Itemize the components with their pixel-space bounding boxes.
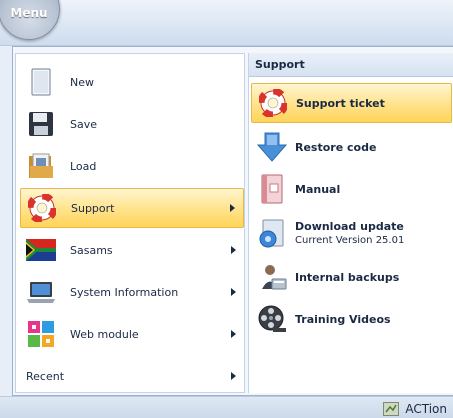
status-bar: ACTion <box>0 396 453 418</box>
submenu-header: Support <box>249 53 453 77</box>
submenu-item-internal-backups[interactable]: Internal backups <box>251 257 452 297</box>
action-button[interactable]: ACTion <box>379 400 451 418</box>
lifebuoy-icon <box>25 191 59 225</box>
menu-item-label: Sasams <box>70 243 113 257</box>
new-document-icon <box>24 65 58 99</box>
submenu-item-title: Training Videos <box>295 312 391 326</box>
menu-item-label: Support <box>71 201 115 215</box>
submenu-item-training-videos[interactable]: Training Videos <box>251 299 452 339</box>
current-version-text: Current Version 25.01 <box>295 235 405 246</box>
main-menu-list: New Save Load Support Sasams System Info… <box>15 53 245 393</box>
download-update-icon <box>255 216 289 250</box>
submenu-arrow-icon <box>231 246 236 254</box>
menu-item-sasams[interactable]: Sasams <box>20 230 244 270</box>
south-africa-flag-icon <box>24 233 58 267</box>
submenu-item-title: Download update <box>295 220 404 233</box>
submenu-arrow-icon <box>231 288 236 296</box>
film-reel-icon <box>255 302 289 336</box>
submenu-arrow-icon <box>230 204 235 212</box>
menu-item-support[interactable]: Support <box>20 188 244 228</box>
folder-load-icon <box>24 149 58 183</box>
menu-item-label: System Information <box>70 285 179 299</box>
submenu-item-title: Support ticket <box>296 96 385 110</box>
menu-item-label: Web module <box>70 327 139 341</box>
action-label: ACTion <box>405 402 447 416</box>
submenu-item-download-update[interactable]: Download update Current Version 25.01 <box>251 213 452 253</box>
menu-item-save[interactable]: Save <box>20 104 244 144</box>
manual-book-icon <box>255 172 289 206</box>
menu-orb-label: Menu <box>10 6 48 20</box>
application-menu: New Save Load Support Sasams System Info… <box>12 46 453 396</box>
down-arrow-icon <box>255 130 289 164</box>
laptop-icon <box>24 275 58 309</box>
floppy-disk-icon <box>24 107 58 141</box>
submenu-arrow-icon <box>231 372 236 380</box>
submenu-item-manual[interactable]: Manual <box>251 169 452 209</box>
lifebuoy-icon <box>256 86 290 120</box>
action-icon <box>383 402 400 416</box>
support-submenu: Support Support ticket Restore code Manu… <box>249 53 453 393</box>
menu-item-recent[interactable]: Recent <box>20 356 244 396</box>
ribbon-bar <box>0 0 453 46</box>
menu-item-web-module[interactable]: Web module <box>20 314 244 354</box>
menu-item-new[interactable]: New <box>20 62 244 102</box>
submenu-item-title: Manual <box>295 182 341 196</box>
menu-item-load[interactable]: Load <box>20 146 244 186</box>
menu-item-label: Save <box>70 117 98 131</box>
backup-person-icon <box>255 260 289 294</box>
submenu-arrow-icon <box>231 330 236 338</box>
submenu-item-restore-code[interactable]: Restore code <box>251 127 452 167</box>
menu-item-label: Recent <box>26 369 65 383</box>
submenu-item-support-ticket[interactable]: Support ticket <box>251 83 452 123</box>
menu-item-label: Load <box>70 159 97 173</box>
submenu-item-title: Restore code <box>295 140 377 154</box>
menu-item-label: New <box>70 75 94 89</box>
colored-tiles-icon <box>24 317 58 351</box>
menu-item-system-information[interactable]: System Information <box>20 272 244 312</box>
submenu-item-title: Internal backups <box>295 270 400 284</box>
